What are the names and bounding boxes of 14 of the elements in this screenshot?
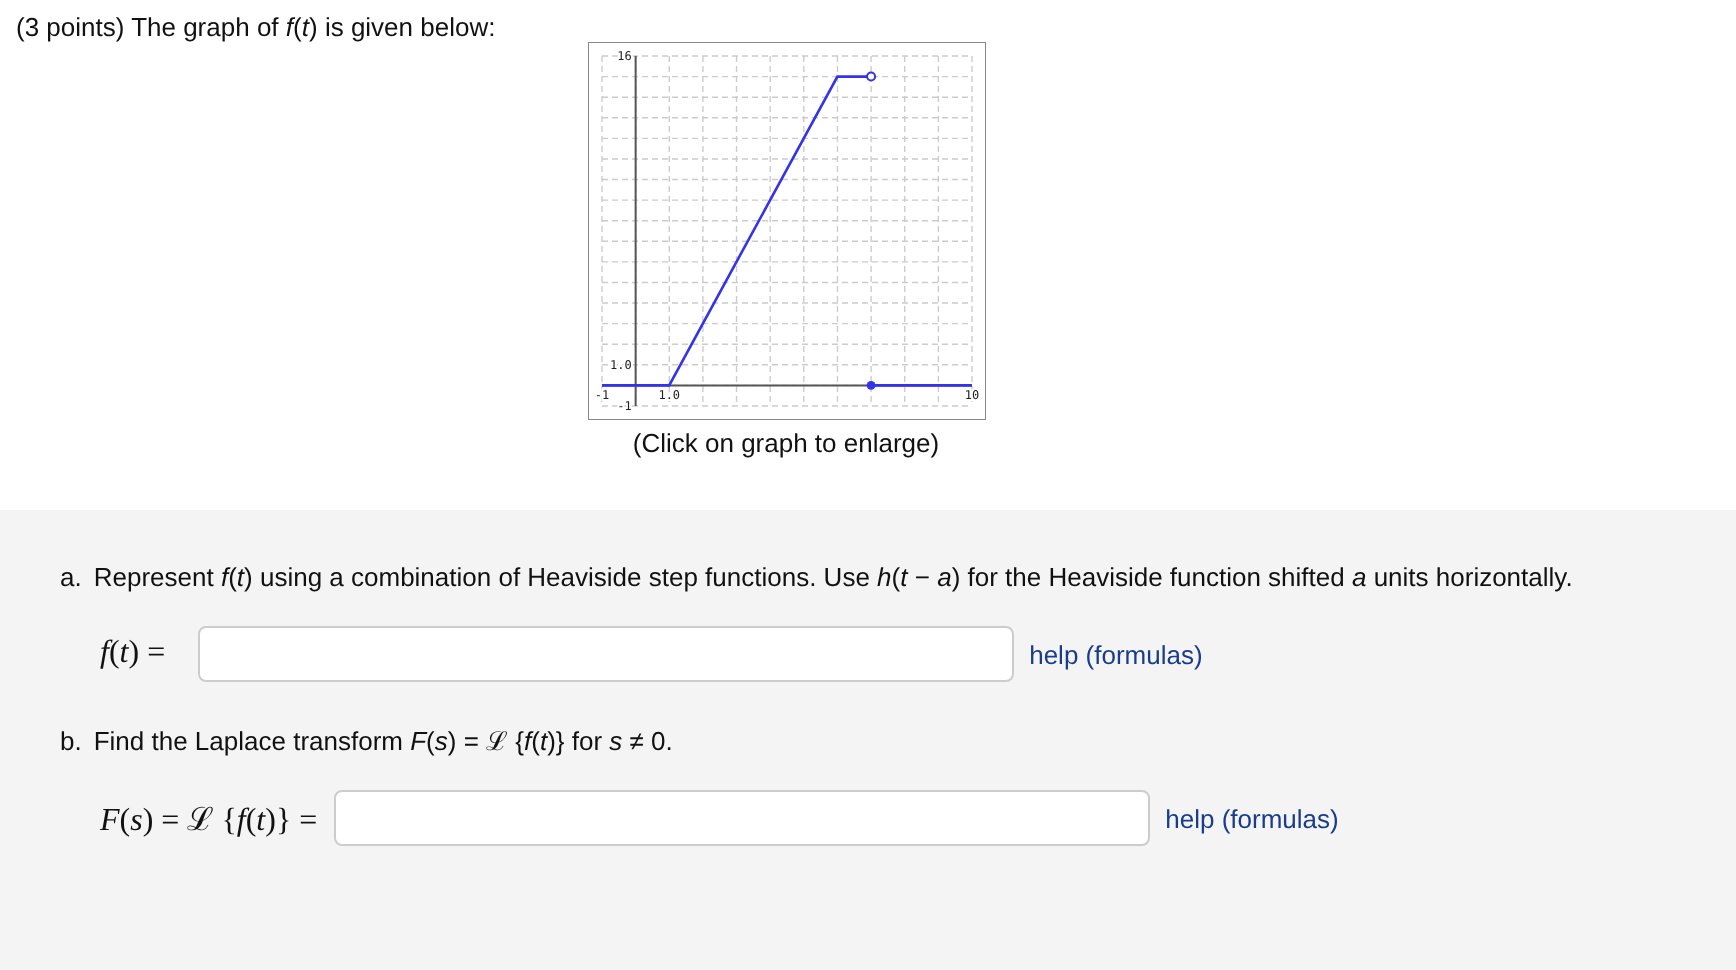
answer-field[interactable]: [333, 790, 1150, 846]
answer-field[interactable]: [197, 626, 1014, 682]
part-marker: b.: [60, 724, 82, 760]
help-link[interactable]: help (formulas): [1165, 803, 1339, 833]
closed-point: [865, 381, 875, 390]
answer-label: F(s) = ℒ {f(t)} =: [100, 802, 318, 840]
open-point: [865, 71, 876, 82]
question-text: Find the Laplace transform F(s) = ℒ {f(t)} for s ≠ 0.: [93, 724, 673, 760]
enlarge-graph-link[interactable]: (Click on graph to enlarge): [632, 428, 940, 458]
question-header: (3 points) The graph of f(t) is given below:: [16, 12, 498, 42]
question-text: Represent f(t) using a combination of Heaviside step functions. Use h(t − a) for the Heaviside function shifted a units horizontally.: [93, 560, 1573, 596]
answer-label: f(t) =: [100, 636, 166, 672]
help-link[interactable]: help (formulas): [1029, 639, 1203, 669]
part-marker: a.: [60, 560, 82, 596]
